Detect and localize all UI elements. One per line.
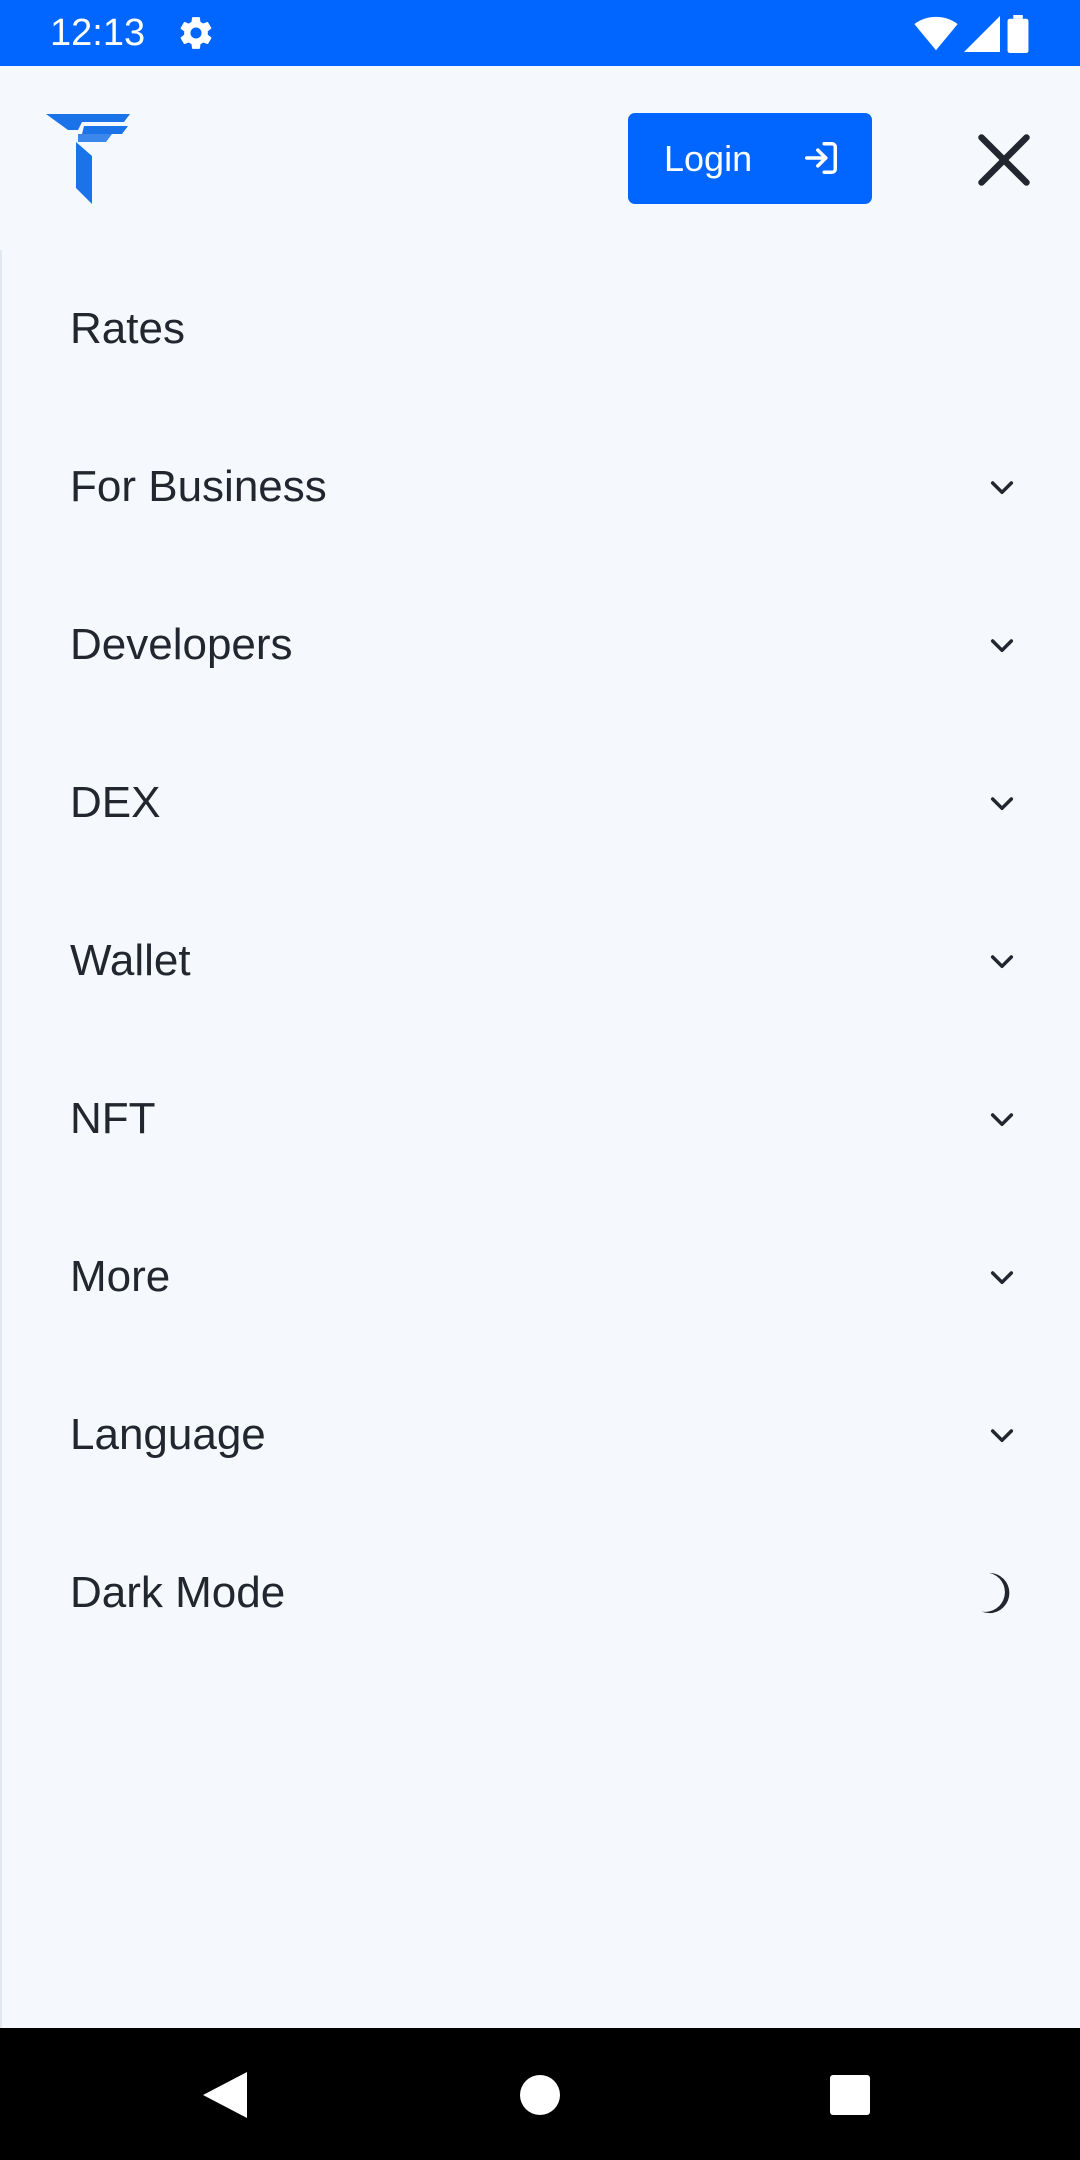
brand-logo[interactable] [46, 114, 130, 204]
menu-item-wallet[interactable]: Wallet [2, 882, 1080, 1040]
signal-icon [964, 16, 1000, 52]
menu-item-label: NFT [70, 1094, 156, 1143]
home-icon[interactable] [519, 2074, 561, 2116]
menu-item-for-business[interactable]: For Business [2, 408, 1080, 566]
menu-item-label: More [70, 1252, 171, 1301]
recents-icon[interactable] [829, 2074, 871, 2116]
back-icon[interactable] [203, 2072, 247, 2118]
moon-icon[interactable] [972, 1570, 1018, 1616]
menu-item-nft[interactable]: NFT [2, 1040, 1080, 1198]
status-bar: 12:13 [0, 0, 1080, 66]
wifi-icon [914, 16, 958, 51]
menu-item-label: Language [70, 1410, 266, 1459]
chevron-down-icon[interactable] [986, 945, 1018, 977]
nav-menu: Rates For Business Developers DEX Wallet… [0, 250, 1080, 2028]
menu-item-label: DEX [70, 778, 161, 827]
menu-item-language[interactable]: Language [2, 1356, 1080, 1514]
menu-item-label: Dark Mode [70, 1568, 286, 1617]
close-icon[interactable] [974, 130, 1034, 190]
status-time: 12:13 [50, 12, 146, 54]
menu-item-dark-mode[interactable]: Dark Mode [2, 1514, 1080, 1672]
menu-item-label: Developers [70, 620, 293, 669]
menu-item-dex[interactable]: DEX [2, 724, 1080, 882]
chevron-down-icon[interactable] [986, 1419, 1018, 1451]
status-icons [914, 14, 1030, 54]
menu-item-label: Wallet [70, 936, 191, 985]
login-button[interactable]: Login [628, 113, 872, 204]
chevron-down-icon[interactable] [986, 471, 1018, 503]
login-label: Login [664, 137, 753, 179]
gear-icon [180, 17, 212, 49]
header: Login [0, 66, 1080, 250]
chevron-down-icon[interactable] [986, 629, 1018, 661]
menu-item-developers[interactable]: Developers [2, 566, 1080, 724]
menu-item-label: For Business [70, 462, 327, 511]
chevron-down-icon[interactable] [986, 1103, 1018, 1135]
chevron-down-icon[interactable] [986, 787, 1018, 819]
battery-icon [1007, 15, 1029, 53]
login-arrow-icon [805, 142, 837, 174]
chevron-down-icon[interactable] [986, 1261, 1018, 1293]
system-nav-bar [0, 2028, 1080, 2160]
menu-item-label: Rates [70, 304, 185, 353]
menu-item-rates[interactable]: Rates [2, 250, 1080, 408]
menu-item-more[interactable]: More [2, 1198, 1080, 1356]
